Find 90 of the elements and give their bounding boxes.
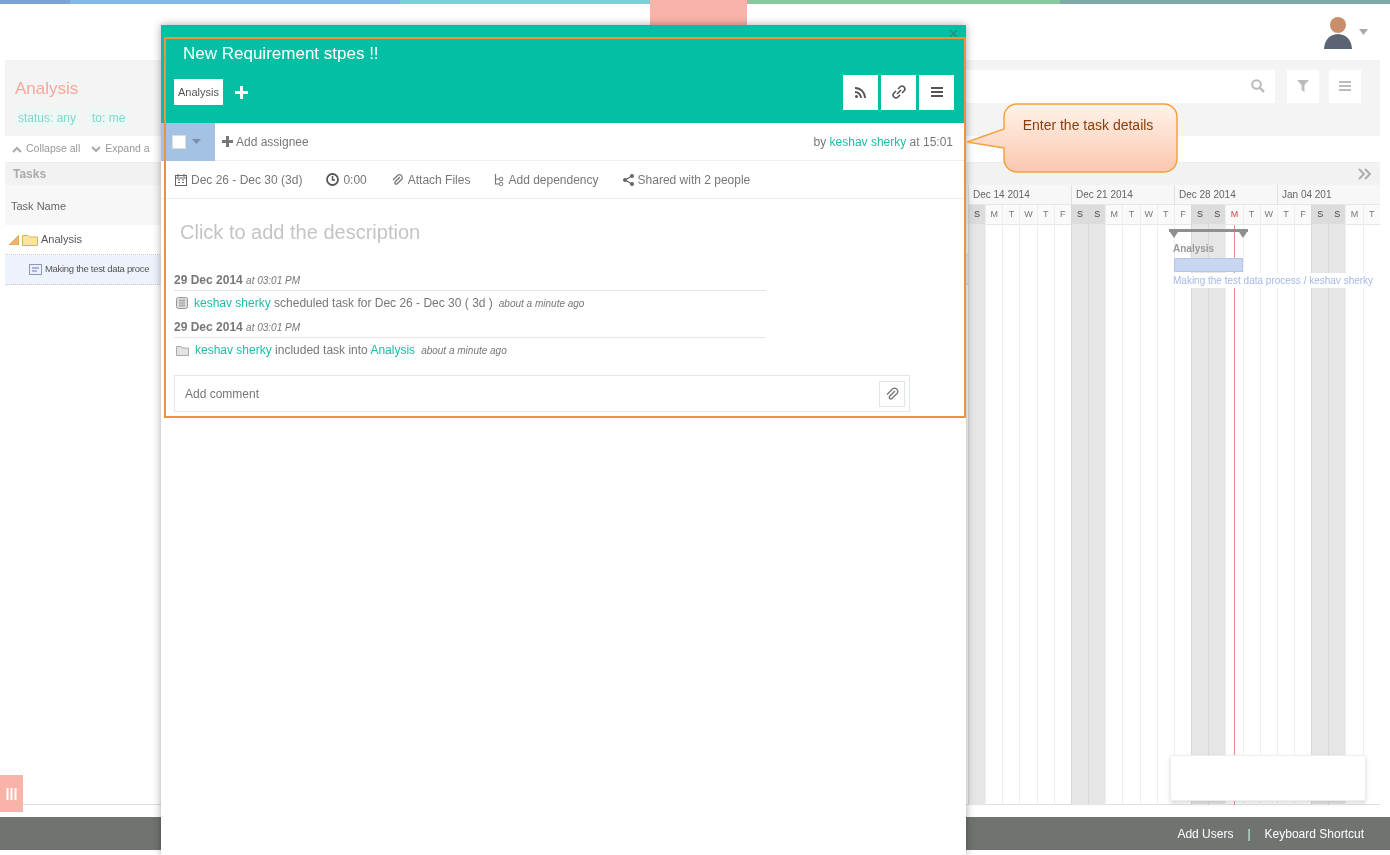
double-chevron-icon[interactable] [1358,168,1372,180]
paperclip-icon [390,173,404,186]
status-checkbox[interactable] [172,134,186,149]
task-name: Making the test data proce [45,262,150,277]
folder-icon [176,344,189,356]
day-header: W [1260,205,1277,225]
activity-date: 29 Dec 2014 at 03:01 PM [174,318,766,338]
day-header: T [1003,205,1020,225]
footer-link[interactable]: Add Users [1177,824,1234,843]
day-header: S [1312,205,1329,225]
activity-text: keshav sherky scheduled task for Dec 26 - Dec 30 ( 3d ) [194,295,493,312]
day-header: S [1329,205,1346,225]
status-selector[interactable] [161,122,215,161]
day-header: T [1243,205,1260,225]
bar-label: Making the test data process / keshav sherky [1173,273,1374,288]
chevron-up-icon [12,145,22,153]
tree-toolbar-button[interactable]: Collapse all [11,140,82,158]
folder-icon [22,233,38,246]
link-button[interactable] [881,74,916,110]
clock-icon [326,173,340,186]
user-link[interactable]: keshav sherky [194,296,271,310]
tree-toolbar-button[interactable]: Expand a [90,140,151,158]
menu-icon [930,87,943,97]
plus-icon [222,136,233,147]
plus-icon[interactable] [234,85,248,99]
add-assignee-button[interactable]: Add assignee [221,131,310,152]
paperclip-icon [885,386,899,401]
expanded-triangle-icon[interactable] [9,234,19,245]
day-header: M [986,205,1003,225]
day-header: F [1294,205,1312,225]
callout-text: Enter the task details [1021,116,1155,135]
day-header: T [1363,205,1380,225]
close-icon[interactable] [949,29,958,38]
day-header: F [1174,205,1192,225]
day-header: W [1140,205,1157,225]
day-header: S [1192,205,1209,225]
week-header: Dec 28 2014 [1174,185,1277,204]
week-header: Dec 21 2014 [1071,185,1174,204]
caret-icon [192,139,201,144]
day-header: F [1054,205,1071,225]
separator: | [1247,825,1251,843]
search-icon [1251,79,1265,93]
day-header: W [1020,205,1037,225]
task-icon [29,264,42,275]
footer-link[interactable]: Keyboard Shortcut [1264,824,1364,843]
calendar-icon [175,173,187,186]
link-icon [891,85,906,99]
dialog-title: New Requirement stpes !! [183,43,380,65]
day-header: M [1346,205,1363,225]
day-header: T [1123,205,1140,225]
share-icon [622,173,634,186]
day-header: S [1209,205,1226,225]
menu-icon [1339,81,1351,91]
project-title: Analysis [14,78,80,100]
rss-icon [855,86,866,98]
week-header: Jan 04 201 [1277,185,1380,204]
activity-time: about a minute ago [498,296,585,311]
activity-text: keshav sherky included task into Analysis [195,342,416,359]
feed-button[interactable] [843,74,878,110]
day-header: S [1089,205,1106,225]
menu-button[interactable] [919,74,954,110]
task-bar[interactable] [1174,258,1243,272]
tag[interactable]: Analysis [174,78,223,106]
user-link[interactable]: keshav sherky [829,134,907,149]
calendar-icon [176,297,188,309]
day-header: S [1071,205,1089,225]
chevron-down-icon [91,145,102,153]
day-header: T [1157,205,1174,225]
attach-button[interactable] [879,380,905,407]
filter-icon [1297,80,1309,92]
panel-title: Tasks [13,166,47,183]
task-name: Analysis [41,232,82,248]
grip-icon [6,787,17,800]
day-header: M [1226,205,1243,225]
day-header: S [969,205,986,225]
comment-box[interactable]: Add comment [174,375,910,412]
dependency-icon [494,173,505,186]
day-header: M [1106,205,1123,225]
task-link[interactable]: Analysis [370,343,416,357]
user-link[interactable]: keshav sherky [195,343,272,357]
week-header: Dec 14 2014 [968,185,1071,204]
filter-button[interactable] [1287,69,1319,103]
day-header: T [1037,205,1054,225]
caret-icon[interactable] [1359,29,1368,35]
avatar-icon [1323,15,1353,49]
activity-date: 29 Dec 2014 at 03:01 PM [174,271,766,291]
side-handle[interactable] [0,775,23,812]
day-header: T [1277,205,1294,225]
activity-time: about a minute ago [421,343,507,358]
bar-label: Analysis [1173,242,1215,256]
